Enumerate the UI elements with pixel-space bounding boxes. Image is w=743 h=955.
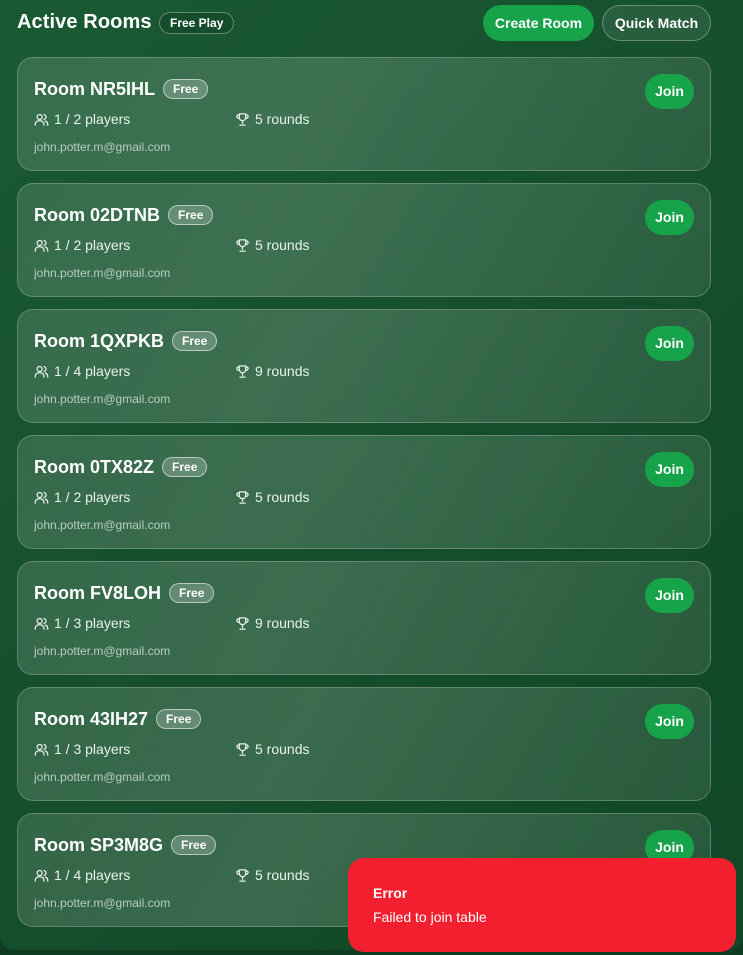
players-count: 1 / 4 players bbox=[54, 867, 131, 883]
room-card: Room NR5IHL Free 1 / 2 players 5 rounds j… bbox=[17, 57, 711, 171]
players-count: 1 / 3 players bbox=[54, 615, 131, 631]
free-badge: Free bbox=[162, 457, 208, 477]
room-card: Room FV8LOH Free 1 / 3 players 9 rounds j… bbox=[17, 561, 711, 675]
room-players: 1 / 2 players bbox=[34, 237, 130, 253]
room-title-row: Room NR5IHL Free bbox=[34, 79, 209, 100]
users-icon bbox=[34, 869, 49, 882]
players-count: 1 / 2 players bbox=[54, 111, 131, 127]
room-name: Room NR5IHL bbox=[34, 79, 155, 99]
room-name: Room 02DTNB bbox=[34, 205, 161, 225]
room-host-email: john.potter.m@gmail.com bbox=[34, 518, 171, 532]
players-count: 1 / 2 players bbox=[54, 237, 131, 253]
players-count: 1 / 3 players bbox=[54, 741, 131, 757]
room-players: 1 / 4 players bbox=[34, 867, 130, 883]
room-name: Room FV8LOH bbox=[34, 583, 162, 603]
free-badge: Free bbox=[169, 583, 215, 603]
trophy-icon bbox=[236, 868, 249, 882]
room-card: Room 0TX82Z Free 1 / 2 players 5 rounds j… bbox=[17, 435, 711, 549]
rounds-count: 5 rounds bbox=[255, 111, 310, 127]
join-button[interactable]: Join bbox=[645, 452, 694, 487]
page-title: Active Rooms bbox=[17, 11, 152, 33]
rounds-count: 5 rounds bbox=[255, 237, 310, 253]
rooms-header: Active Rooms Free Play Create Room Quick… bbox=[17, 5, 713, 41]
free-badge: Free bbox=[156, 709, 202, 729]
room-host-email: john.potter.m@gmail.com bbox=[34, 770, 171, 784]
room-card: Room 43IH27 Free 1 / 3 players 5 rounds j… bbox=[17, 687, 711, 801]
users-icon bbox=[34, 239, 49, 252]
rounds-count: 5 rounds bbox=[255, 741, 310, 757]
users-icon bbox=[34, 113, 49, 126]
room-host-email: john.potter.m@gmail.com bbox=[34, 140, 171, 154]
room-name: Room 0TX82Z bbox=[34, 457, 155, 477]
join-button[interactable]: Join bbox=[645, 200, 694, 235]
rounds-count: 9 rounds bbox=[255, 615, 310, 631]
players-count: 1 / 2 players bbox=[54, 489, 131, 505]
error-toast[interactable]: Error Failed to join table bbox=[348, 858, 736, 952]
room-name: Room 1QXPKB bbox=[34, 331, 165, 351]
users-icon bbox=[34, 617, 49, 630]
quick-match-button[interactable]: Quick Match bbox=[602, 5, 711, 41]
players-count: 1 / 4 players bbox=[54, 363, 131, 379]
room-card: Room 02DTNB Free 1 / 2 players 5 rounds j… bbox=[17, 183, 711, 297]
room-rounds: 5 rounds bbox=[235, 741, 309, 757]
toast-title: Error bbox=[373, 885, 408, 901]
free-play-badge: Free Play bbox=[159, 12, 235, 34]
room-title-row: Room SP3M8G Free bbox=[34, 835, 217, 856]
room-host-email: john.potter.m@gmail.com bbox=[34, 392, 171, 406]
room-host-email: john.potter.m@gmail.com bbox=[34, 896, 171, 910]
room-players: 1 / 4 players bbox=[34, 363, 130, 379]
room-players: 1 / 2 players bbox=[34, 489, 130, 505]
room-rounds: 5 rounds bbox=[235, 867, 309, 883]
room-name: Room SP3M8G bbox=[34, 835, 164, 855]
rooms-panel: Active Rooms Free Play Create Room Quick… bbox=[0, 0, 743, 950]
trophy-icon bbox=[236, 238, 249, 252]
users-icon bbox=[34, 491, 49, 504]
room-players: 1 / 3 players bbox=[34, 615, 130, 631]
join-button[interactable]: Join bbox=[645, 578, 694, 613]
room-title-row: Room FV8LOH Free bbox=[34, 583, 215, 604]
room-rounds: 5 rounds bbox=[235, 237, 309, 253]
join-button[interactable]: Join bbox=[645, 326, 694, 361]
room-rounds: 9 rounds bbox=[235, 615, 309, 631]
trophy-icon bbox=[236, 490, 249, 504]
join-button[interactable]: Join bbox=[645, 74, 694, 109]
trophy-icon bbox=[236, 112, 249, 126]
rounds-count: 5 rounds bbox=[255, 489, 310, 505]
room-host-email: john.potter.m@gmail.com bbox=[34, 266, 171, 280]
room-card: Room 1QXPKB Free 1 / 4 players 9 rounds j… bbox=[17, 309, 711, 423]
room-rounds: 5 rounds bbox=[235, 489, 309, 505]
room-rounds: 9 rounds bbox=[235, 363, 309, 379]
room-title-row: Room 43IH27 Free bbox=[34, 709, 202, 730]
room-players: 1 / 3 players bbox=[34, 741, 130, 757]
create-room-button[interactable]: Create Room bbox=[483, 5, 594, 41]
trophy-icon bbox=[236, 616, 249, 630]
rounds-count: 9 rounds bbox=[255, 363, 310, 379]
trophy-icon bbox=[236, 364, 249, 378]
free-badge: Free bbox=[163, 79, 209, 99]
trophy-icon bbox=[236, 742, 249, 756]
room-name: Room 43IH27 bbox=[34, 709, 149, 729]
users-icon bbox=[34, 365, 49, 378]
room-players: 1 / 2 players bbox=[34, 111, 130, 127]
rounds-count: 5 rounds bbox=[255, 867, 310, 883]
room-title-row: Room 02DTNB Free bbox=[34, 205, 214, 226]
free-badge: Free bbox=[168, 205, 214, 225]
toast-message: Failed to join table bbox=[373, 909, 487, 925]
join-button[interactable]: Join bbox=[645, 704, 694, 739]
free-badge: Free bbox=[171, 835, 217, 855]
room-title-row: Room 1QXPKB Free bbox=[34, 331, 218, 352]
room-host-email: john.potter.m@gmail.com bbox=[34, 644, 171, 658]
users-icon bbox=[34, 743, 49, 756]
room-rounds: 5 rounds bbox=[235, 111, 309, 127]
free-badge: Free bbox=[172, 331, 218, 351]
room-title-row: Room 0TX82Z Free bbox=[34, 457, 208, 478]
